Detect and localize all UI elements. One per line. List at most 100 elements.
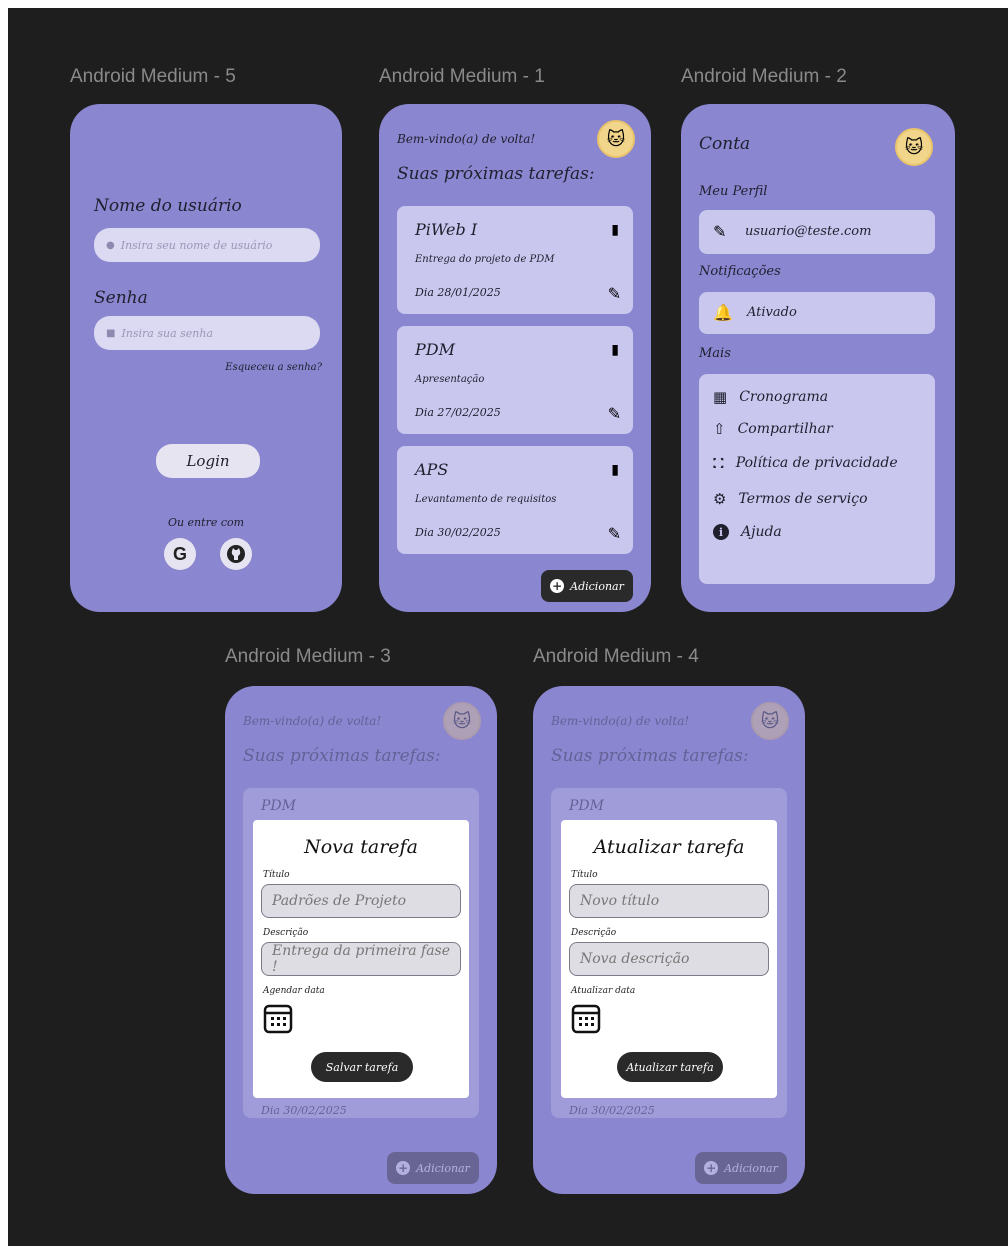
- cat-avatar-icon: 🐱: [760, 710, 780, 732]
- calendar-date-picker[interactable]: [571, 1002, 601, 1038]
- description-field-label: Descrição: [571, 928, 617, 938]
- notifications-section-label: Notificações: [699, 264, 781, 279]
- pencil-icon[interactable]: ✎: [608, 284, 621, 303]
- menu-item-schedule[interactable]: ▦ Cronograma: [713, 388, 828, 406]
- new-task-screen: Bem-vindo(a) de volta! 🐱 Suas próximas t…: [225, 686, 497, 1194]
- menu-item-label: Cronograma: [739, 389, 829, 405]
- title-field-label: Título: [263, 870, 290, 880]
- username-placeholder: Insira seu nome de usuário: [120, 238, 273, 252]
- calendar-icon: [263, 1004, 293, 1034]
- menu-item-terms[interactable]: ⚙ Termos de serviço: [713, 490, 868, 508]
- description-field[interactable]: Nova descrição: [569, 942, 769, 976]
- update-task-dialog: Atualizar tarefa Título Novo título Desc…: [561, 820, 777, 1098]
- home-screen: Bem-vindo(a) de volta! 🐱 Suas próximas t…: [379, 104, 651, 612]
- task-title: PDM: [569, 798, 604, 814]
- google-login-button[interactable]: G: [164, 538, 196, 570]
- frame-label-home: Android Medium - 1: [379, 66, 545, 87]
- lock-icon: ■: [106, 327, 116, 339]
- gear-icon: ⚙: [713, 490, 727, 508]
- description-field[interactable]: Entrega da primeira fase !: [261, 942, 461, 976]
- add-task-button: + Adicionar: [387, 1152, 479, 1184]
- title-field[interactable]: Padrões de Projeto: [261, 884, 461, 918]
- tasks-subtitle: Suas próximas tarefas:: [243, 746, 441, 766]
- login-button[interactable]: Login: [156, 444, 260, 478]
- forgot-password-link[interactable]: Esqueceu a senha?: [225, 362, 322, 373]
- menu-item-privacy[interactable]: ⛚ Política de privacidade: [713, 454, 898, 472]
- add-task-button: + Adicionar: [695, 1152, 787, 1184]
- description-field-label: Descrição: [263, 928, 309, 938]
- add-task-label: Adicionar: [570, 579, 624, 593]
- title-field-label: Título: [571, 870, 598, 880]
- task-date: Dia 27/02/2025: [415, 406, 501, 419]
- notifications-value: Ativado: [747, 305, 797, 320]
- account-title: Conta: [699, 134, 751, 154]
- pencil-icon[interactable]: ✎: [608, 524, 621, 543]
- avatar[interactable]: 🐱: [895, 128, 933, 166]
- task-card[interactable]: PiWeb I ▮ Entrega do projeto de PDM Dia …: [397, 206, 633, 314]
- more-section-label: Mais: [699, 346, 731, 361]
- add-task-button[interactable]: + Adicionar: [541, 570, 633, 602]
- avatar[interactable]: 🐱: [597, 120, 635, 158]
- notifications-row[interactable]: 🔔 Ativado: [699, 292, 935, 334]
- github-login-button[interactable]: [220, 538, 252, 570]
- password-placeholder: Insira sua senha: [121, 326, 214, 340]
- date-field-label: Agendar data: [263, 986, 325, 996]
- task-description: Levantamento de requisitos: [415, 494, 557, 505]
- task-card[interactable]: PDM ▮ Apresentação Dia 27/02/2025 ✎: [397, 326, 633, 434]
- tasks-subtitle: Suas próximas tarefas:: [397, 164, 595, 184]
- frame-label-account: Android Medium - 2: [681, 66, 847, 87]
- title-field[interactable]: Novo título: [569, 884, 769, 918]
- task-title: PDM: [261, 798, 296, 814]
- task-description: Entrega do projeto de PDM: [415, 254, 555, 265]
- trash-icon[interactable]: ▮: [611, 462, 619, 478]
- cat-avatar-icon: 🐱: [606, 128, 626, 150]
- calendar-icon: [571, 1004, 601, 1034]
- plus-circle-icon: +: [396, 1161, 411, 1175]
- dialog-title: Atualizar tarefa: [593, 836, 745, 858]
- dialog-title: Nova tarefa: [304, 836, 418, 858]
- password-input[interactable]: ■ Insira sua senha: [94, 316, 320, 350]
- add-task-label: Adicionar: [416, 1161, 470, 1175]
- avatar: 🐱: [443, 702, 481, 740]
- date-field-label: Atualizar data: [571, 986, 636, 996]
- menu-item-label: Termos de serviço: [738, 491, 868, 507]
- pencil-icon[interactable]: ✎: [608, 404, 621, 423]
- trash-icon[interactable]: ▮: [611, 342, 619, 358]
- save-task-button[interactable]: Salvar tarefa: [311, 1052, 413, 1082]
- person-icon: ●: [106, 239, 115, 251]
- frame-label-login: Android Medium - 5: [70, 66, 236, 87]
- username-input[interactable]: ● Insira seu nome de usuário: [94, 228, 320, 262]
- trash-icon[interactable]: ▮: [611, 222, 619, 238]
- username-label: Nome do usuário: [94, 196, 242, 216]
- new-task-dialog: Nova tarefa Título Padrões de Projeto De…: [253, 820, 469, 1098]
- task-card[interactable]: APS ▮ Levantamento de requisitos Dia 30/…: [397, 446, 633, 554]
- password-label: Senha: [94, 288, 148, 308]
- task-date: Dia 30/02/2025: [569, 1104, 655, 1117]
- menu-item-help[interactable]: i Ajuda: [713, 524, 782, 540]
- info-icon: i: [713, 524, 729, 540]
- plus-circle-icon: +: [550, 579, 565, 593]
- update-task-button[interactable]: Atualizar tarefa: [617, 1052, 723, 1082]
- shield-icon: ⛚: [713, 454, 724, 472]
- profile-email-row[interactable]: ✎ usuario@teste.com: [699, 210, 935, 254]
- github-icon: [227, 545, 245, 563]
- welcome-text: Bem-vindo(a) de volta!: [397, 132, 536, 146]
- menu-item-share[interactable]: ⇧ Compartilhar: [713, 420, 833, 438]
- task-title: PDM: [415, 340, 455, 359]
- plus-circle-icon: +: [704, 1161, 719, 1175]
- add-task-label: Adicionar: [724, 1161, 778, 1175]
- cat-avatar-icon: 🐱: [452, 710, 472, 732]
- task-date: Dia 30/02/2025: [261, 1104, 347, 1117]
- bell-icon: 🔔: [713, 303, 733, 322]
- task-date: Dia 28/01/2025: [415, 286, 501, 299]
- or-enter-with-label: Ou entre com: [167, 516, 245, 529]
- menu-item-label: Compartilhar: [737, 421, 833, 437]
- pencil-icon: ✎: [713, 222, 727, 241]
- profile-email: usuario@teste.com: [745, 224, 872, 239]
- calendar-date-picker[interactable]: [263, 1002, 293, 1038]
- task-title: APS: [415, 460, 449, 479]
- more-menu: ▦ Cronograma ⇧ Compartilhar ⛚ Política d…: [699, 374, 935, 584]
- avatar: 🐱: [751, 702, 789, 740]
- cat-avatar-icon: 🐱: [904, 136, 924, 158]
- menu-item-label: Ajuda: [741, 524, 782, 540]
